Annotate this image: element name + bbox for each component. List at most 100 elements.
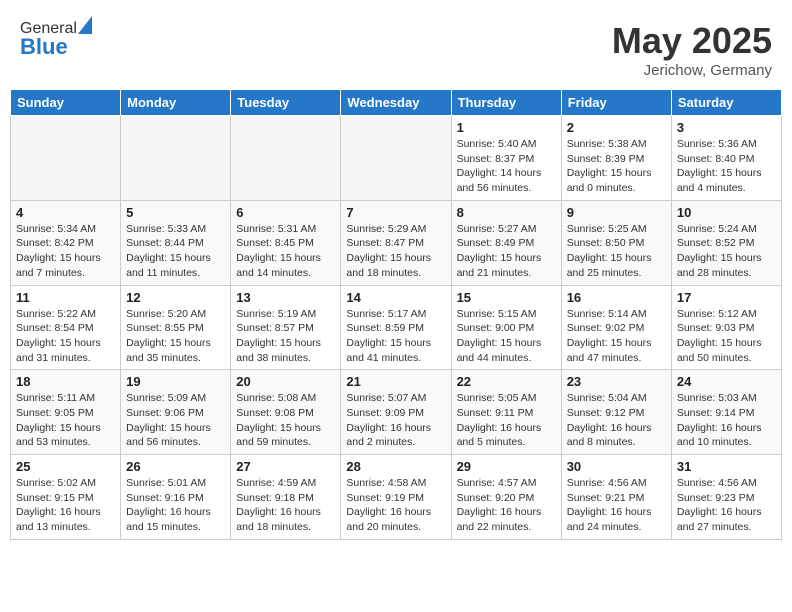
day-number: 2: [567, 120, 666, 135]
day-number: 7: [346, 205, 445, 220]
day-info: Sunrise: 5:19 AM Sunset: 8:57 PM Dayligh…: [236, 307, 335, 366]
calendar-cell: 23Sunrise: 5:04 AM Sunset: 9:12 PM Dayli…: [561, 370, 671, 455]
day-info: Sunrise: 5:20 AM Sunset: 8:55 PM Dayligh…: [126, 307, 225, 366]
month-title: May 2025: [612, 20, 772, 62]
calendar-cell: 19 Sunrise: 5:09 AM Sunset: 9:06 PM Dayli…: [121, 370, 231, 455]
calendar-cell: 9Sunrise: 5:25 AM Sunset: 8:50 PM Daylig…: [561, 200, 671, 285]
day-info: Sunrise: 4:56 AM Sunset: 9:21 PM Dayligh…: [567, 476, 666, 535]
day-info: Sunrise: 5:29 AM Sunset: 8:47 PM Dayligh…: [346, 222, 445, 281]
day-info: Sunrise: 5:36 AM Sunset: 8:40 PM Dayligh…: [677, 137, 776, 196]
day-number: 1: [457, 120, 556, 135]
day-info: Sunrise: 5:05 AM Sunset: 9:11 PM Dayligh…: [457, 391, 556, 450]
week-row-4: 18 Sunrise: 5:11 AM Sunset: 9:05 PM Dayli…: [11, 370, 782, 455]
calendar-cell: 8 Sunrise: 5:27 AM Sunset: 8:49 PM Daylig…: [451, 200, 561, 285]
weekday-header-saturday: Saturday: [671, 90, 781, 116]
calendar-cell: [231, 116, 341, 201]
calendar-cell: 26 Sunrise: 5:01 AM Sunset: 9:16 PM Dayli…: [121, 455, 231, 540]
title-block: May 2025 Jerichow, Germany: [612, 20, 772, 79]
day-number: 3: [677, 120, 776, 135]
day-info: Sunrise: 5:03 AM Sunset: 9:14 PM Dayligh…: [677, 391, 776, 450]
weekday-header-sunday: Sunday: [11, 90, 121, 116]
day-number: 12: [126, 290, 225, 305]
day-number: 18: [16, 374, 115, 389]
day-info: Sunrise: 5:12 AM Sunset: 9:03 PM Dayligh…: [677, 307, 776, 366]
day-info: Sunrise: 5:27 AM Sunset: 8:49 PM Dayligh…: [457, 222, 556, 281]
calendar-cell: 31Sunrise: 4:56 AM Sunset: 9:23 PM Dayli…: [671, 455, 781, 540]
day-info: Sunrise: 5:01 AM Sunset: 9:16 PM Dayligh…: [126, 476, 225, 535]
day-number: 14: [346, 290, 445, 305]
day-number: 9: [567, 205, 666, 220]
day-number: 5: [126, 205, 225, 220]
day-number: 22: [457, 374, 556, 389]
day-number: 13: [236, 290, 335, 305]
calendar-cell: 3 Sunrise: 5:36 AM Sunset: 8:40 PM Daylig…: [671, 116, 781, 201]
weekday-header-wednesday: Wednesday: [341, 90, 451, 116]
day-info: Sunrise: 5:34 AM Sunset: 8:42 PM Dayligh…: [16, 222, 115, 281]
week-row-3: 11 Sunrise: 5:22 AM Sunset: 8:54 PM Dayli…: [11, 285, 782, 370]
day-info: Sunrise: 4:57 AM Sunset: 9:20 PM Dayligh…: [457, 476, 556, 535]
calendar-cell: 13 Sunrise: 5:19 AM Sunset: 8:57 PM Dayli…: [231, 285, 341, 370]
day-number: 11: [16, 290, 115, 305]
calendar-cell: 11 Sunrise: 5:22 AM Sunset: 8:54 PM Dayli…: [11, 285, 121, 370]
calendar-cell: 7 Sunrise: 5:29 AM Sunset: 8:47 PM Daylig…: [341, 200, 451, 285]
day-info: Sunrise: 5:22 AM Sunset: 8:54 PM Dayligh…: [16, 307, 115, 366]
calendar-cell: 2Sunrise: 5:38 AM Sunset: 8:39 PM Daylig…: [561, 116, 671, 201]
calendar-cell: 21Sunrise: 5:07 AM Sunset: 9:09 PM Dayli…: [341, 370, 451, 455]
day-number: 29: [457, 459, 556, 474]
day-info: Sunrise: 5:17 AM Sunset: 8:59 PM Dayligh…: [346, 307, 445, 366]
day-number: 23: [567, 374, 666, 389]
day-number: 16: [567, 290, 666, 305]
day-number: 31: [677, 459, 776, 474]
day-number: 19: [126, 374, 225, 389]
day-info: Sunrise: 4:59 AM Sunset: 9:18 PM Dayligh…: [236, 476, 335, 535]
calendar-cell: 20 Sunrise: 5:08 AM Sunset: 9:08 PM Dayli…: [231, 370, 341, 455]
logo-triangle-icon: [78, 16, 92, 34]
day-number: 28: [346, 459, 445, 474]
calendar-cell: [11, 116, 121, 201]
calendar-cell: 6Sunrise: 5:31 AM Sunset: 8:45 PM Daylig…: [231, 200, 341, 285]
day-number: 8: [457, 205, 556, 220]
day-info: Sunrise: 5:40 AM Sunset: 8:37 PM Dayligh…: [457, 137, 556, 196]
page-header: General Blue May 2025 Jerichow, Germany: [10, 10, 782, 84]
day-info: Sunrise: 5:14 AM Sunset: 9:02 PM Dayligh…: [567, 307, 666, 366]
day-number: 30: [567, 459, 666, 474]
week-row-2: 4 Sunrise: 5:34 AM Sunset: 8:42 PM Daylig…: [11, 200, 782, 285]
calendar-table: SundayMondayTuesdayWednesdayThursdayFrid…: [10, 89, 782, 540]
day-number: 4: [16, 205, 115, 220]
day-number: 6: [236, 205, 335, 220]
calendar-cell: 14 Sunrise: 5:17 AM Sunset: 8:59 PM Dayli…: [341, 285, 451, 370]
logo-blue: Blue: [20, 34, 92, 60]
calendar-cell: 15 Sunrise: 5:15 AM Sunset: 9:00 PM Dayli…: [451, 285, 561, 370]
weekday-header-row: SundayMondayTuesdayWednesdayThursdayFrid…: [11, 90, 782, 116]
week-row-5: 25 Sunrise: 5:02 AM Sunset: 9:15 PM Dayli…: [11, 455, 782, 540]
calendar-cell: 30 Sunrise: 4:56 AM Sunset: 9:21 PM Dayli…: [561, 455, 671, 540]
day-number: 25: [16, 459, 115, 474]
day-info: Sunrise: 5:33 AM Sunset: 8:44 PM Dayligh…: [126, 222, 225, 281]
calendar-cell: [341, 116, 451, 201]
weekday-header-monday: Monday: [121, 90, 231, 116]
calendar-cell: 27Sunrise: 4:59 AM Sunset: 9:18 PM Dayli…: [231, 455, 341, 540]
day-info: Sunrise: 5:02 AM Sunset: 9:15 PM Dayligh…: [16, 476, 115, 535]
calendar-cell: 17Sunrise: 5:12 AM Sunset: 9:03 PM Dayli…: [671, 285, 781, 370]
calendar-cell: 25 Sunrise: 5:02 AM Sunset: 9:15 PM Dayli…: [11, 455, 121, 540]
day-info: Sunrise: 5:08 AM Sunset: 9:08 PM Dayligh…: [236, 391, 335, 450]
calendar-cell: 22 Sunrise: 5:05 AM Sunset: 9:11 PM Dayli…: [451, 370, 561, 455]
calendar-cell: 24 Sunrise: 5:03 AM Sunset: 9:14 PM Dayli…: [671, 370, 781, 455]
logo: General Blue: [20, 20, 92, 60]
calendar-cell: 1 Sunrise: 5:40 AM Sunset: 8:37 PM Daylig…: [451, 116, 561, 201]
day-number: 10: [677, 205, 776, 220]
day-number: 20: [236, 374, 335, 389]
calendar-cell: 10Sunrise: 5:24 AM Sunset: 8:52 PM Dayli…: [671, 200, 781, 285]
day-number: 15: [457, 290, 556, 305]
calendar-cell: 4 Sunrise: 5:34 AM Sunset: 8:42 PM Daylig…: [11, 200, 121, 285]
day-info: Sunrise: 5:09 AM Sunset: 9:06 PM Dayligh…: [126, 391, 225, 450]
day-info: Sunrise: 4:58 AM Sunset: 9:19 PM Dayligh…: [346, 476, 445, 535]
day-number: 24: [677, 374, 776, 389]
day-info: Sunrise: 5:11 AM Sunset: 9:05 PM Dayligh…: [16, 391, 115, 450]
calendar-cell: 12 Sunrise: 5:20 AM Sunset: 8:55 PM Dayli…: [121, 285, 231, 370]
day-number: 26: [126, 459, 225, 474]
week-row-1: 1 Sunrise: 5:40 AM Sunset: 8:37 PM Daylig…: [11, 116, 782, 201]
calendar-cell: 5 Sunrise: 5:33 AM Sunset: 8:44 PM Daylig…: [121, 200, 231, 285]
day-info: Sunrise: 5:15 AM Sunset: 9:00 PM Dayligh…: [457, 307, 556, 366]
location: Jerichow, Germany: [612, 62, 772, 79]
